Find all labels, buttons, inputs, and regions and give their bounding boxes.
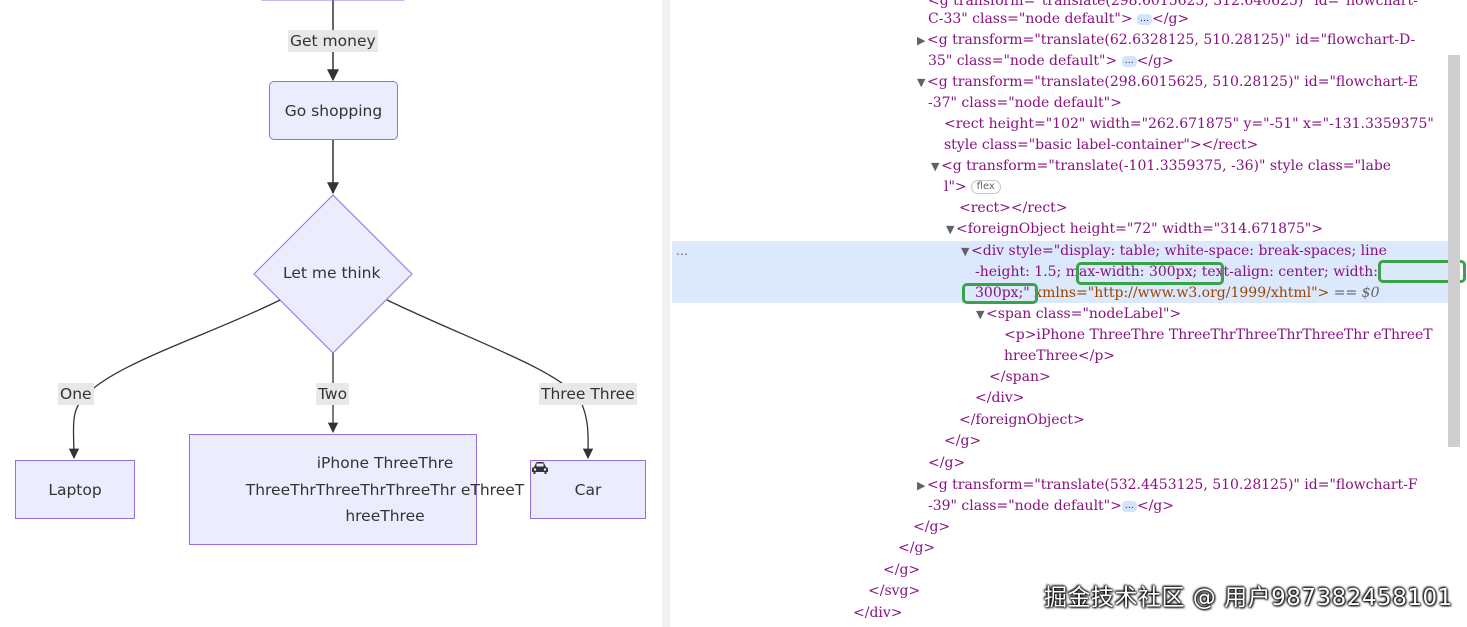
- dom-line-19[interactable]: </div>: [975, 388, 1025, 409]
- node-iphone-line-1: iPhone ThreeThre: [316, 454, 454, 472]
- node-iphone-line-3: hreeThree: [345, 507, 425, 525]
- dom-line-15[interactable]: ▼ <span class="nodeLabel">: [976, 304, 1181, 325]
- dom-line-25[interactable]: </g>: [913, 517, 950, 538]
- dom-line-8[interactable]: ▼ <g transform="translate(-101.3359375, -…: [931, 156, 1391, 177]
- dom-line-3[interactable]: 35" class="node default"> … </g>: [928, 51, 1174, 72]
- dom-line-12[interactable]: ▼ <div style="display: table; white-space…: [961, 241, 1387, 262]
- collapsed-ellipsis[interactable]: …: [1137, 13, 1153, 25]
- edge-label-two: Two: [316, 383, 350, 405]
- annotation-box-width-value: [962, 283, 1038, 304]
- dom-line-21[interactable]: </g>: [944, 431, 981, 452]
- collapsed-ellipsis[interactable]: …: [1121, 500, 1137, 512]
- dom-line-18[interactable]: </span>: [989, 367, 1051, 388]
- car-icon: [532, 462, 548, 474]
- dom-line-4[interactable]: ▼ <g transform="translate(298.6015625, 51…: [917, 72, 1418, 93]
- node-iphone-label: iPhone ThreeThre ThreeThrThreeThrThreeTh…: [240, 450, 530, 530]
- node-decision-label: Let me think: [283, 264, 381, 282]
- devtools-elements-panel: … <g transform="translate(298.6015625, 3…: [670, 0, 1467, 627]
- dom-line-7[interactable]: style class="basic label-container"></re…: [944, 135, 1258, 156]
- expand-triangle-icon[interactable]: ▶: [917, 475, 927, 496]
- dom-line-6[interactable]: <rect height="102" width="262.671875" y=…: [944, 114, 1434, 135]
- dom-line-16[interactable]: <p>iPhone ThreeThre ThreeThrThreeThrThre…: [1004, 325, 1433, 346]
- dom-line-10[interactable]: <rect></rect>: [959, 198, 1068, 219]
- collapse-triangle-icon[interactable]: ▼: [946, 219, 956, 240]
- flowchart-preview: Get money Go shopping Let me think One T…: [0, 0, 664, 627]
- node-car[interactable]: Car: [530, 460, 646, 519]
- collapsed-ellipsis[interactable]: …: [1121, 55, 1137, 67]
- dom-line-11[interactable]: ▼ <foreignObject height="72" width="314.6…: [946, 219, 1323, 240]
- dom-line-20[interactable]: </foreignObject>: [959, 410, 1085, 431]
- dom-line-28[interactable]: </svg>: [868, 581, 920, 602]
- selected-element-ref: == $0: [1333, 285, 1380, 301]
- collapse-triangle-icon[interactable]: ▼: [931, 156, 941, 177]
- panel-divider[interactable]: [662, 0, 670, 627]
- expand-triangle-icon[interactable]: ▶: [917, 30, 927, 51]
- dom-line-5[interactable]: -37" class="node default">: [928, 93, 1122, 114]
- node-go-shopping-label: Go shopping: [284, 101, 383, 120]
- edge-label-get-money: Get money: [288, 30, 378, 52]
- node-car-label: Car: [574, 480, 602, 499]
- node-actions-menu[interactable]: …: [676, 241, 688, 262]
- dom-line-1[interactable]: C-33" class="node default"> … </g>: [928, 9, 1189, 30]
- watermark: 掘金技术社区 @ 用户987382458101: [1044, 585, 1453, 611]
- dom-line-24[interactable]: -39" class="node default">… </g>: [928, 496, 1174, 517]
- flex-badge[interactable]: flex: [970, 180, 1001, 194]
- collapse-triangle-icon[interactable]: ▼: [961, 241, 971, 262]
- node-iphone-line-2: ThreeThrThreeThrThreeThr eThreeT: [245, 480, 525, 499]
- dom-line-26[interactable]: </g>: [898, 538, 935, 559]
- dom-line-17[interactable]: hreeThree</p>: [1004, 346, 1115, 367]
- collapse-triangle-icon[interactable]: ▼: [917, 72, 927, 93]
- dom-line-29[interactable]: </div>: [853, 603, 903, 624]
- dom-line-2[interactable]: ▶ <g transform="translate(62.6328125, 510…: [917, 30, 1415, 51]
- dom-line-9[interactable]: l"> flex: [944, 177, 1001, 198]
- edge-label-three: Three Three: [539, 383, 637, 405]
- node-laptop[interactable]: Laptop: [15, 460, 135, 519]
- node-go-shopping[interactable]: Go shopping: [269, 81, 398, 140]
- dom-line-27[interactable]: </g>: [883, 560, 920, 581]
- vertical-scrollbar[interactable]: [1448, 55, 1460, 447]
- dom-line-23[interactable]: ▶ <g transform="translate(532.4453125, 51…: [917, 475, 1418, 496]
- node-laptop-label: Laptop: [48, 480, 102, 499]
- annotation-box-max-width: [1076, 262, 1224, 285]
- dom-line-22[interactable]: </g>: [928, 453, 965, 474]
- edge-label-one: One: [58, 383, 94, 405]
- collapse-triangle-icon[interactable]: ▼: [976, 304, 986, 325]
